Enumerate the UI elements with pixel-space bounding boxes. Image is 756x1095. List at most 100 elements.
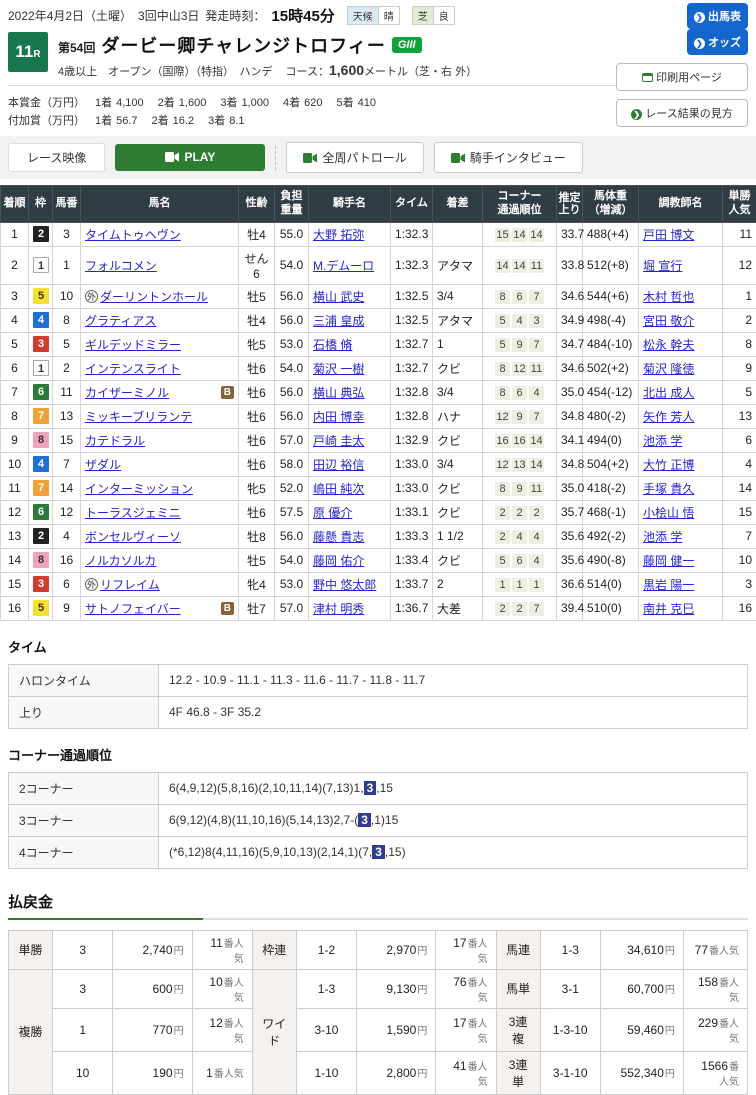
table-row: ハロンタイム 12.2 - 10.9 - 11.1 - 11.3 - 11.6 … [9, 664, 748, 696]
trainer-link[interactable]: 木村 哲也 [643, 290, 694, 304]
weight-carried: 56.0 [275, 404, 309, 428]
trainer-link[interactable]: 北出 成人 [643, 386, 694, 400]
video-bar: レース映像 PLAY 全周パトロール 騎手インタビュー [0, 136, 756, 179]
jockey-link[interactable]: 内田 博幸 [313, 410, 364, 424]
entries-button[interactable]: ❯出馬表 [687, 3, 748, 29]
corner-position: 12 [512, 362, 527, 376]
trainer-link[interactable]: 宮田 敬介 [643, 314, 694, 328]
payout-title-underline [8, 918, 748, 920]
margin: 大差 [433, 596, 483, 620]
horse-cell: インターミッション [81, 476, 239, 500]
horse-link[interactable]: ダーリントンホール [100, 288, 208, 305]
weight-carried: 54.0 [275, 548, 309, 572]
wide-combo: 3-10 [296, 1008, 356, 1051]
horse-link[interactable]: ミッキーブリランテ [85, 408, 192, 425]
odds-button[interactable]: ❯オッズ [687, 29, 748, 55]
jockey-link[interactable]: 横山 典弘 [313, 386, 364, 400]
jockey-link[interactable]: 嶋田 純次 [313, 482, 364, 496]
table-row: 10 4 7 ザダル 牡6 58.0 田辺 裕信 1:33.0 3/4 1213… [1, 452, 756, 476]
corner-order-cell: 543 [483, 308, 557, 332]
corner-position: 6 [512, 386, 527, 400]
horse-link[interactable]: インターミッション [85, 480, 193, 497]
horse-link[interactable]: カテドラル [85, 432, 145, 449]
horse-cell: フォルコメン [81, 246, 239, 284]
trainer-link[interactable]: 手塚 貴久 [643, 482, 694, 496]
col-sex-age: 性齢 [239, 186, 275, 223]
horse-link[interactable]: ザダル [85, 456, 121, 473]
prize-item: 1着4,100 [95, 97, 144, 109]
trainer-link[interactable]: 大竹 正博 [643, 458, 694, 472]
jockey-link[interactable]: 戸崎 圭太 [313, 434, 364, 448]
start-time-label: 発走時刻： [205, 7, 265, 24]
weight-carried: 56.0 [275, 380, 309, 404]
horse-link[interactable]: フォルコメン [85, 257, 157, 274]
results-header-row: 着順 枠 馬番 馬名 性齢 負担 重量 騎手名 タイム 着差 コーナー 通過順位… [1, 186, 756, 223]
ninki-suffix: 番人気 [709, 946, 739, 957]
jockey-link[interactable]: M.デムーロ [313, 259, 374, 273]
horse-link[interactable]: ギルデッドミラー [85, 336, 181, 353]
jockey-interview-button[interactable]: 騎手インタビュー [434, 142, 583, 173]
jockey-link[interactable]: 原 優介 [313, 506, 352, 520]
amount-value: 2,970 [386, 943, 416, 957]
jockey-link[interactable]: 横山 武史 [313, 290, 364, 304]
corner-position: 2 [495, 602, 510, 616]
jockey-link[interactable]: 藤懸 貴志 [313, 530, 364, 544]
trainer-link[interactable]: 松永 幹夫 [643, 338, 694, 352]
trainer-link[interactable]: 池添 学 [643, 530, 682, 544]
trainer-cell: 菊沢 隆徳 [639, 356, 723, 380]
corner-position: 16 [512, 434, 527, 448]
trainer-link[interactable]: 堀 宣行 [643, 259, 682, 273]
trainer-link[interactable]: 小桧山 悟 [643, 506, 694, 520]
jockey-link[interactable]: 大野 拓弥 [313, 228, 364, 242]
jockey-cell: 津村 明秀 [309, 596, 391, 620]
horse-number: 15 [53, 428, 81, 452]
prize-add-list: 1着56.72着16.23着8.1 [95, 115, 259, 127]
jockey-link[interactable]: 野中 悠太郎 [313, 578, 376, 592]
corner-position: 7 [529, 290, 544, 304]
trainer-link[interactable]: 藤岡 健一 [643, 554, 694, 568]
jockey-link[interactable]: 田辺 裕信 [313, 458, 364, 472]
frame-cell: 5 [29, 284, 53, 308]
horse-link[interactable]: タイムトゥヘヴン [85, 226, 181, 243]
weight-carried: 57.5 [275, 500, 309, 524]
horse-link[interactable]: グラティアス [85, 312, 156, 329]
jockey-link[interactable]: 津村 明秀 [313, 602, 364, 616]
corner-order-cell: 111 [483, 572, 557, 596]
horse-link[interactable]: ノルカソルカ [85, 552, 156, 569]
horse-link[interactable]: ボンセルヴィーソ [85, 528, 181, 545]
trainer-link[interactable]: 南井 克巳 [643, 602, 694, 616]
trainer-link[interactable]: 菊沢 隆徳 [643, 362, 694, 376]
bracket-quinella-amount: 2,970円 [357, 930, 436, 969]
horse-number: 4 [53, 524, 81, 548]
corner4-order: (*6,12)8(4,11,16)(5,9,10,13)(2,14,1)(7,3… [159, 836, 748, 868]
sex-age: 牡6 [239, 428, 275, 452]
horse-link[interactable]: カイザーミノル [85, 384, 169, 401]
place-amount: 770円 [113, 1008, 192, 1051]
results-guide-button[interactable]: ❯レース結果の見方 [616, 99, 748, 127]
patrol-video-button[interactable]: 全周パトロール [286, 142, 423, 173]
sex-age: 牡8 [239, 524, 275, 548]
trainer-link[interactable]: 池添 学 [643, 434, 682, 448]
frame-badge: 8 [33, 432, 49, 448]
divider [275, 146, 276, 170]
horse-link[interactable]: サトノフェイバー [85, 600, 181, 617]
pop-value: 11 [210, 936, 222, 950]
jockey-link[interactable]: 石橋 脩 [313, 338, 352, 352]
horse-link[interactable]: トーラスジェミニ [85, 504, 181, 521]
play-button[interactable]: PLAY [115, 144, 265, 171]
jockey-link[interactable]: 菊沢 一樹 [313, 362, 364, 376]
body-weight: 502(+2) [583, 356, 639, 380]
jockey-link[interactable]: 藤岡 佑介 [313, 554, 364, 568]
horse-link[interactable]: インテンスライト [85, 360, 181, 377]
print-page-button[interactable]: 印刷用ページ [616, 63, 748, 91]
trainer-link[interactable]: 戸田 博文 [643, 228, 694, 242]
win-amount: 2,740円 [113, 930, 192, 969]
horse-link[interactable]: リフレイム [100, 576, 160, 593]
finish-position: 5 [1, 332, 29, 356]
corner-order-cell: 867 [483, 284, 557, 308]
jockey-link[interactable]: 三浦 皇成 [313, 314, 364, 328]
trainer-link[interactable]: 矢作 芳人 [643, 410, 694, 424]
trainer-link[interactable]: 黒岩 陽一 [643, 578, 694, 592]
furlong-time-value: 12.2 - 10.9 - 11.1 - 11.3 - 11.6 - 11.7 … [159, 664, 748, 696]
jockey-cell: 石橋 脩 [309, 332, 391, 356]
